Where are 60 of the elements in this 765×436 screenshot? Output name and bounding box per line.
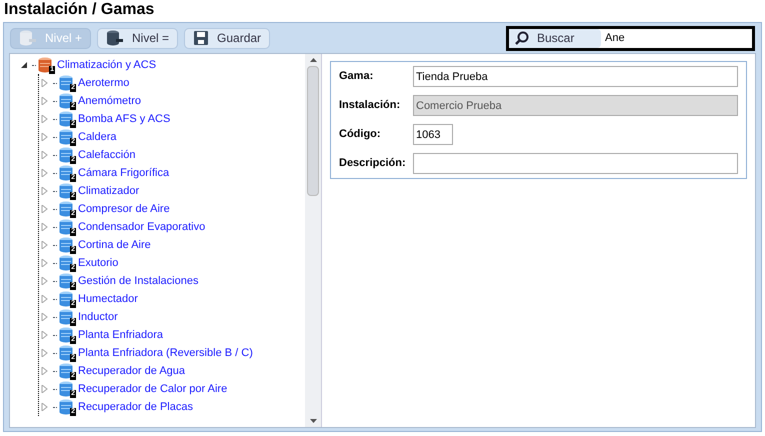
database-icon: [59, 327, 73, 343]
tree-item[interactable]: Cortina de Aire: [78, 236, 151, 254]
database-icon: [59, 255, 73, 271]
scroll-down-arrow-icon[interactable]: [310, 419, 316, 423]
tree-item[interactable]: Recuperador de Placas: [78, 398, 193, 416]
tree-item[interactable]: Exutorio: [78, 254, 118, 272]
database-icon: [59, 363, 73, 379]
field-label: Instalación:: [339, 98, 402, 114]
tree-item[interactable]: Aerotermo: [78, 74, 130, 92]
tree-item[interactable]: Bomba AFS y ACS: [78, 110, 170, 128]
database-icon: [59, 111, 73, 127]
database-icon: [59, 237, 73, 253]
database-icon: [106, 29, 124, 47]
database-icon: [59, 309, 73, 325]
database-icon: [59, 147, 73, 163]
database-icon: [59, 129, 73, 145]
database-icon: [59, 165, 73, 181]
database-icon: [59, 291, 73, 307]
database-icon: [59, 399, 73, 415]
database-icon: [59, 381, 73, 397]
search-icon: [515, 31, 529, 45]
database-icon: [59, 345, 73, 361]
search-bar[interactable]: Buscar Ane: [506, 26, 755, 50]
collapse-arrow-icon[interactable]: [20, 61, 30, 69]
database-icon: [38, 57, 52, 73]
tree-item[interactable]: Cámara Frigorífica: [78, 164, 170, 182]
field-label: Descripción:: [339, 156, 407, 172]
database-icon: [59, 93, 73, 109]
tree-item[interactable]: Inductor: [78, 308, 118, 326]
field-label: Gama:: [339, 69, 374, 84]
tree-item[interactable]: Gestión de Instalaciones: [78, 272, 198, 290]
database-icon: [59, 201, 73, 217]
database-icon: [19, 29, 37, 47]
toolbar-button[interactable]: Nivel =: [97, 28, 178, 48]
tree-item[interactable]: Caldera: [78, 128, 117, 146]
page-title: Instalación / Gamas: [3, 0, 156, 20]
tree-item[interactable]: Condensador Evaporativo: [78, 218, 206, 236]
tree-item[interactable]: Calefacción: [78, 146, 136, 164]
database-icon: [59, 183, 73, 199]
input-field[interactable]: [413, 153, 738, 174]
tree-item[interactable]: Recuperador de Agua: [78, 362, 186, 380]
scroll-up-arrow-icon[interactable]: [310, 58, 316, 62]
tree-item[interactable]: Planta Enfriadora (Reversible B / C): [78, 344, 253, 362]
tree-item[interactable]: Recuperador de Calor por Aire: [78, 380, 228, 398]
database-icon: [59, 273, 73, 289]
tree-item[interactable]: Anemómetro: [78, 92, 141, 110]
tree-item[interactable]: Climatización y ACS: [57, 56, 156, 74]
field-label: Código:: [339, 127, 382, 142]
toolbar-button[interactable]: Guardar: [184, 28, 270, 48]
tree-item[interactable]: Planta Enfriadora: [78, 326, 163, 344]
tree-item[interactable]: Humectador: [78, 290, 138, 308]
tree-item[interactable]: Climatizador: [78, 182, 140, 200]
input-field[interactable]: Tienda Prueba: [413, 66, 738, 87]
database-icon: [59, 75, 73, 91]
database-icon: [59, 219, 73, 235]
search-field[interactable]: Ane: [601, 28, 752, 48]
tree-item[interactable]: Compresor de Aire: [78, 200, 170, 218]
search-button[interactable]: Buscar: [509, 28, 601, 48]
scrollbar[interactable]: [305, 54, 321, 427]
input-field[interactable]: 1063: [413, 124, 453, 145]
